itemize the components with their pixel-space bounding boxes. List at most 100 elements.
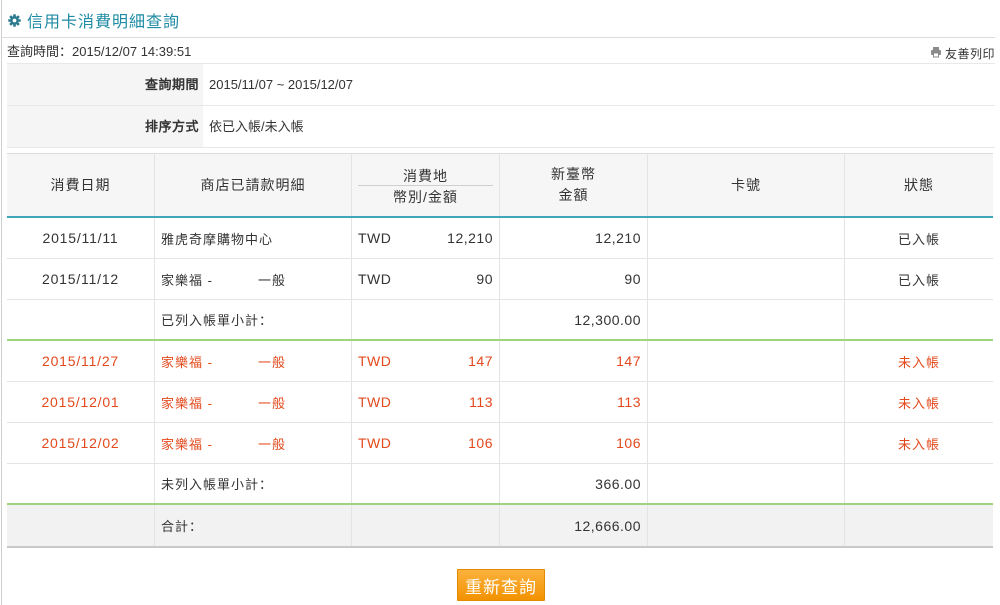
posted-subtotal-value: 12,300.00 — [500, 300, 648, 339]
foreign-amount: 90 — [476, 271, 493, 287]
store-name: 家樂福 - — [161, 354, 213, 370]
date-cell: 2015/11/27 — [7, 341, 155, 381]
status-cell: 未入帳 — [897, 395, 940, 411]
header-twd-line2: 金額 — [558, 187, 589, 203]
printer-icon — [930, 46, 942, 61]
table-row: 2015/11/27 家樂福 - 一般 TWD 147 147 未入帳 — [7, 341, 993, 382]
foreign-amount-cell: TWD 113 — [352, 382, 500, 422]
store-type: 一般 — [258, 272, 287, 288]
criteria-label: 排序方式 — [7, 106, 203, 147]
store-cell: 家樂福 - 一般 — [155, 341, 352, 381]
header-location-label: 消費地 — [403, 168, 448, 184]
empty-cell — [648, 300, 845, 339]
grand-total-row: 合計： 12,666.00 — [7, 505, 993, 548]
grand-total-label: 合計： — [155, 505, 352, 546]
store-type: 一般 — [258, 395, 287, 411]
store-name: 家樂福 - — [161, 395, 213, 411]
table-row: 2015/11/11 雅虎奇摩購物中心 TWD 12,210 12,210 已入… — [7, 218, 993, 259]
currency-code: TWD — [358, 230, 392, 246]
header-divider — [358, 185, 493, 186]
status-cell: 已入帳 — [897, 272, 940, 288]
grand-total-value: 12,666.00 — [500, 505, 648, 546]
criteria-label: 查詢期間 — [7, 64, 203, 105]
twd-amount-cell: 106 — [500, 423, 648, 463]
table-row: 2015/12/02 家樂福 - 一般 TWD 106 106 未入帳 — [7, 423, 993, 464]
date-cell: 2015/12/01 — [7, 382, 155, 422]
twd-amount-cell: 113 — [500, 382, 648, 422]
status-cell: 未入帳 — [897, 436, 940, 452]
currency-code: TWD — [358, 394, 392, 410]
twd-amount-cell: 90 — [500, 259, 648, 299]
header-status: 狀態 — [904, 177, 934, 193]
foreign-amount-cell: TWD 90 — [352, 259, 500, 299]
currency-code: TWD — [358, 271, 392, 287]
card-number-cell — [648, 218, 845, 258]
empty-cell — [352, 464, 500, 503]
card-number-cell — [648, 341, 845, 381]
twd-amount-cell: 147 — [500, 341, 648, 381]
foreign-amount: 147 — [468, 353, 493, 369]
header-card: 卡號 — [648, 154, 845, 216]
foreign-amount: 12,210 — [447, 230, 493, 246]
header-date: 消費日期 — [7, 154, 155, 216]
page-title-text: 信用卡消費明細查詢 — [27, 14, 181, 31]
header-twd-line1: 新臺幣 — [551, 166, 596, 182]
query-time-value: 2015/12/07 14:39:51 — [72, 44, 192, 59]
query-time: 查詢時間：2015/12/07 14:39:51 — [7, 44, 191, 60]
foreign-amount: 106 — [468, 435, 493, 451]
currency-code: TWD — [358, 353, 392, 369]
store-type: 一般 — [258, 354, 287, 370]
twd-amount-cell: 12,210 — [500, 218, 648, 258]
header-twd-amount: 新臺幣 金額 — [500, 154, 648, 216]
table-header: 消費日期 商店已請款明細 消費地 幣別/金額 新臺幣 金額 卡號 狀態 — [7, 153, 993, 218]
store-name: 雅虎奇摩購物中心 — [161, 231, 274, 247]
date-cell: 2015/12/02 — [7, 423, 155, 463]
unposted-subtotal-row: 未列入帳單小計： 366.00 — [7, 464, 993, 505]
empty-cell — [845, 505, 993, 546]
empty-cell — [845, 300, 993, 339]
empty-cell — [845, 464, 993, 503]
page-left-border — [1, 0, 2, 605]
store-type: 一般 — [258, 436, 287, 452]
store-name: 家樂福 - — [161, 436, 213, 452]
credit-card-statement-page: 信用卡消費明細查詢 查詢時間：2015/12/07 14:39:51 友善列印 … — [0, 0, 1000, 605]
criteria-row-period: 查詢期間 2015/11/07 ~ 2015/12/07 — [7, 64, 995, 106]
requery-button[interactable]: 重新查詢 — [457, 569, 545, 601]
status-cell: 未入帳 — [897, 354, 940, 370]
foreign-amount-cell: TWD 106 — [352, 423, 500, 463]
criteria-value: 2015/11/07 ~ 2015/12/07 — [209, 77, 353, 92]
unposted-subtotal-label: 未列入帳單小計： — [155, 464, 352, 503]
page-title: 信用卡消費明細查詢 — [8, 10, 181, 31]
gear-icon — [8, 13, 21, 27]
print-link[interactable]: 友善列印 — [930, 45, 995, 61]
store-cell: 家樂福 - 一般 — [155, 423, 352, 463]
store-name: 家樂福 - — [161, 272, 213, 288]
empty-cell — [352, 505, 500, 546]
print-link-label[interactable]: 友善列印 — [945, 45, 995, 62]
header-currency-amount: 幣別/金額 — [393, 189, 458, 205]
currency-code: TWD — [358, 435, 392, 451]
criteria-value: 依已入帳/未入帳 — [209, 119, 304, 134]
transactions-table: 消費日期 商店已請款明細 消費地 幣別/金額 新臺幣 金額 卡號 狀態 2015… — [7, 153, 993, 548]
card-number-cell — [648, 423, 845, 463]
date-cell: 2015/11/12 — [7, 259, 155, 299]
title-divider — [2, 37, 995, 38]
empty-cell — [648, 505, 845, 546]
card-number-cell — [648, 259, 845, 299]
criteria-row-sort: 排序方式 依已入帳/未入帳 — [7, 106, 995, 148]
empty-cell — [7, 464, 155, 503]
foreign-amount: 113 — [469, 394, 493, 410]
table-row: 2015/12/01 家樂福 - 一般 TWD 113 113 未入帳 — [7, 382, 993, 423]
store-cell: 家樂福 - 一般 — [155, 382, 352, 422]
posted-subtotal-row: 已列入帳單小計： 12,300.00 — [7, 300, 993, 341]
store-cell: 家樂福 - 一般 — [155, 259, 352, 299]
posted-subtotal-label: 已列入帳單小計： — [155, 300, 352, 339]
empty-cell — [648, 464, 845, 503]
empty-cell — [7, 300, 155, 339]
store-cell: 雅虎奇摩購物中心 — [155, 218, 352, 258]
card-number-cell — [648, 382, 845, 422]
foreign-amount-cell: TWD 12,210 — [352, 218, 500, 258]
status-cell: 已入帳 — [897, 231, 940, 247]
header-store: 商店已請款明細 — [155, 154, 352, 216]
query-time-label: 查詢時間： — [7, 44, 73, 59]
